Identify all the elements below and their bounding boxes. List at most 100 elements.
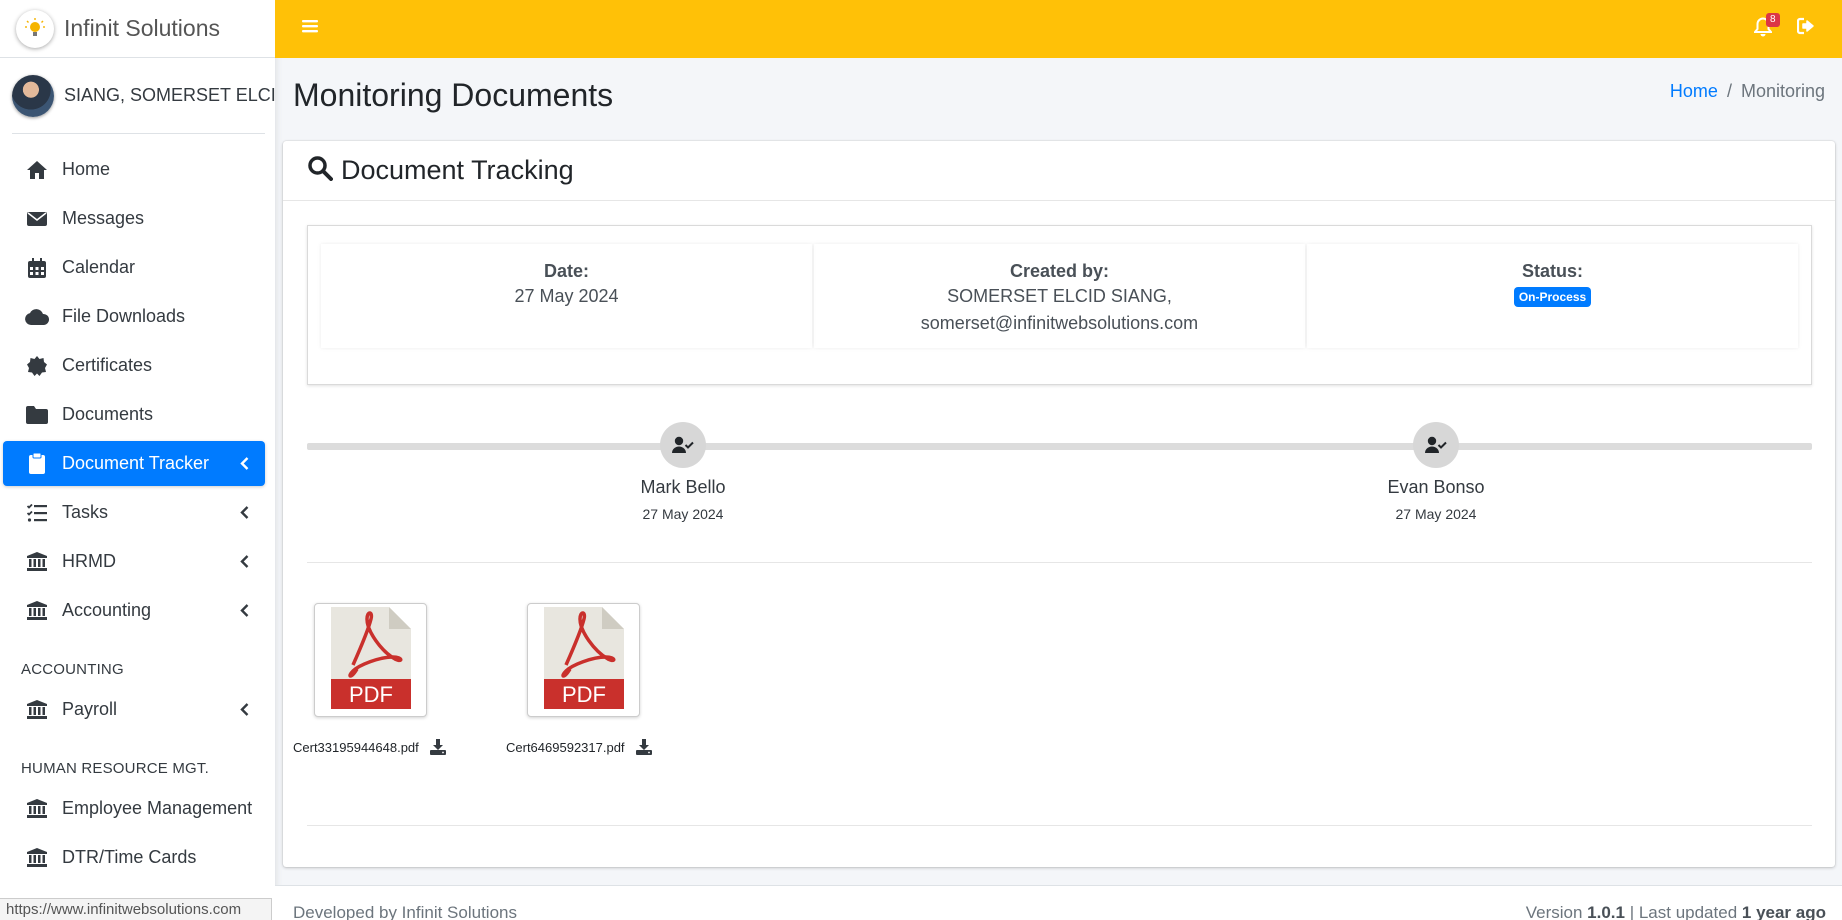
sidebar-item-label: Payroll — [62, 699, 118, 719]
sidebar-item-file-downloads[interactable]: File Downloads — [3, 294, 265, 339]
pdf-file-icon: PDF — [543, 606, 624, 714]
sidebar-item-document-tracker[interactable]: Document Tracker — [3, 441, 265, 486]
created-by-label: Created by: — [1009, 261, 1110, 281]
sidebar-item-label: Certificates — [62, 355, 153, 375]
sidebar-item-payroll[interactable]: Payroll — [3, 687, 265, 732]
nav-header-hr: HUMAN RESOURCE MGT. — [21, 760, 209, 777]
footer-credit: Developed by Infinit Solutions — [293, 903, 517, 920]
status-badge: On-Process — [1513, 287, 1592, 307]
notifications-button[interactable]: 8 — [1752, 13, 1780, 42]
bank-icon — [25, 599, 49, 623]
status-label: Status: — [1521, 261, 1583, 281]
bank-icon — [25, 846, 49, 870]
file-row: Cert33195944648.pdf — [293, 739, 446, 755]
cloud-icon — [25, 305, 49, 329]
version-number: 1.0.1 — [1587, 903, 1625, 920]
chevron-left-icon — [237, 604, 251, 618]
avatar — [12, 74, 54, 117]
user-check-icon — [1413, 422, 1459, 468]
sidebar-item-home[interactable]: Home — [3, 147, 265, 192]
file-name-link[interactable]: Cert6469592317.pdf — [506, 740, 625, 755]
status-info: Status: On-Process — [1307, 244, 1798, 348]
browser-status-url: https://www.infinitwebsolutions.com — [0, 898, 272, 920]
sidebar-nav: Home Messages Calendar File Downloads Ce… — [0, 134, 275, 633]
topbar: 8 — [275, 0, 1842, 58]
sidebar-item-calendar[interactable]: Calendar — [3, 245, 265, 290]
pdf-type-label: PDF — [349, 682, 393, 707]
sidebar-item-label: Documents — [62, 404, 154, 424]
pdf-file-icon: PDF — [330, 606, 411, 714]
nav-header-accounting: ACCOUNTING — [21, 661, 124, 678]
sidebar-item-certificates[interactable]: Certificates — [3, 343, 265, 388]
sidebar-item-label: Tasks — [62, 502, 109, 522]
timeline-step-date: 27 May 2024 — [1395, 506, 1477, 522]
chevron-left-icon — [237, 457, 251, 471]
updated-value: 1 year ago — [1741, 903, 1826, 920]
notification-count-badge: 8 — [1766, 13, 1780, 27]
timeline-step-date: 27 May 2024 — [642, 506, 724, 522]
brand-name: Infinit Solutions — [64, 15, 220, 41]
divider — [307, 562, 1812, 563]
chevron-left-icon — [237, 506, 251, 520]
timeline-step: Evan Bonso 27 May 2024 — [1336, 422, 1536, 522]
file-thumbnail[interactable]: PDF — [314, 603, 427, 717]
sidebar-item-label: HRMD — [62, 551, 116, 571]
sidebar-item-label: Calendar — [62, 257, 136, 277]
created-by-name: SOMERSET ELCID SIANG, — [947, 286, 1172, 306]
card-header: Document Tracking — [283, 141, 1835, 201]
version-label: Version — [1525, 903, 1583, 920]
sidebar-item-label: Employee Management — [62, 798, 253, 818]
breadcrumb: Home / Monitoring — [1670, 81, 1825, 102]
envelope-icon — [25, 207, 49, 231]
bank-icon — [25, 550, 49, 574]
sidebar-nav-hr: Employee Management DTR/Time Cards — [0, 786, 275, 880]
home-icon — [25, 158, 49, 182]
sidebar-item-label: DTR/Time Cards — [62, 847, 197, 867]
bank-icon — [25, 797, 49, 821]
bank-icon — [25, 698, 49, 722]
pdf-type-label: PDF — [562, 682, 606, 707]
timeline-step-name: Mark Bello — [640, 477, 726, 497]
divider — [307, 825, 1812, 826]
sidebar-item-tasks[interactable]: Tasks — [3, 490, 265, 535]
sidebar-item-documents[interactable]: Documents — [3, 392, 265, 437]
sidebar: Infinit Solutions SIANG, SOMERSET ELCID … — [0, 0, 275, 920]
sidebar-nav-accounting: Payroll — [0, 687, 275, 732]
sidebar-item-dtr[interactable]: DTR/Time Cards — [3, 835, 265, 880]
sidebar-item-label: File Downloads — [62, 306, 186, 326]
sidebar-item-hrmd[interactable]: HRMD — [3, 539, 265, 584]
file-item: PDF Cert33195944648.pdf — [293, 603, 446, 755]
date-value: 27 May 2024 — [514, 286, 619, 306]
sidebar-item-label: Messages — [62, 208, 145, 228]
sign-out-icon — [1796, 17, 1817, 39]
date-info: Date: 27 May 2024 — [321, 244, 812, 348]
created-by-email: somerset@infinitwebsolutions.com — [920, 313, 1199, 333]
breadcrumb-separator: / — [1726, 81, 1732, 101]
footer: Developed by Infinit Solutions Version 1… — [275, 885, 1842, 920]
hamburger-menu-icon[interactable] — [302, 18, 318, 39]
logout-button[interactable] — [1796, 17, 1817, 40]
brand-link[interactable]: Infinit Solutions — [0, 0, 275, 58]
user-check-icon — [660, 422, 706, 468]
download-icon[interactable] — [429, 739, 446, 755]
content-header: Monitoring Documents Home / Monitoring — [275, 58, 1842, 138]
user-panel[interactable]: SIANG, SOMERSET ELCID — [12, 58, 275, 134]
file-name-link[interactable]: Cert33195944648.pdf — [293, 740, 419, 755]
sidebar-item-accounting[interactable]: Accounting — [3, 588, 265, 633]
document-info-box: Date: 27 May 2024 Created by: SOMERSET E… — [307, 225, 1812, 385]
document-tracking-card: Document Tracking Date: 27 May 2024 Crea… — [283, 141, 1835, 867]
calendar-icon — [25, 256, 49, 280]
sidebar-item-messages[interactable]: Messages — [3, 196, 265, 241]
breadcrumb-home-link[interactable]: Home — [1670, 81, 1718, 102]
date-label: Date: — [543, 261, 589, 281]
file-row: Cert6469592317.pdf — [506, 739, 652, 755]
file-thumbnail[interactable]: PDF — [527, 603, 640, 717]
card-title: Document Tracking — [341, 155, 574, 185]
user-name: SIANG, SOMERSET ELCID — [64, 85, 275, 105]
updated-label: | Last updated — [1629, 903, 1738, 920]
sidebar-item-label: Accounting — [62, 600, 152, 620]
folder-icon — [25, 403, 49, 427]
footer-version: Version 1.0.1 | Last updated 1 year ago — [1526, 903, 1826, 920]
sidebar-item-employee-management[interactable]: Employee Management — [3, 786, 265, 831]
download-icon[interactable] — [635, 739, 652, 755]
